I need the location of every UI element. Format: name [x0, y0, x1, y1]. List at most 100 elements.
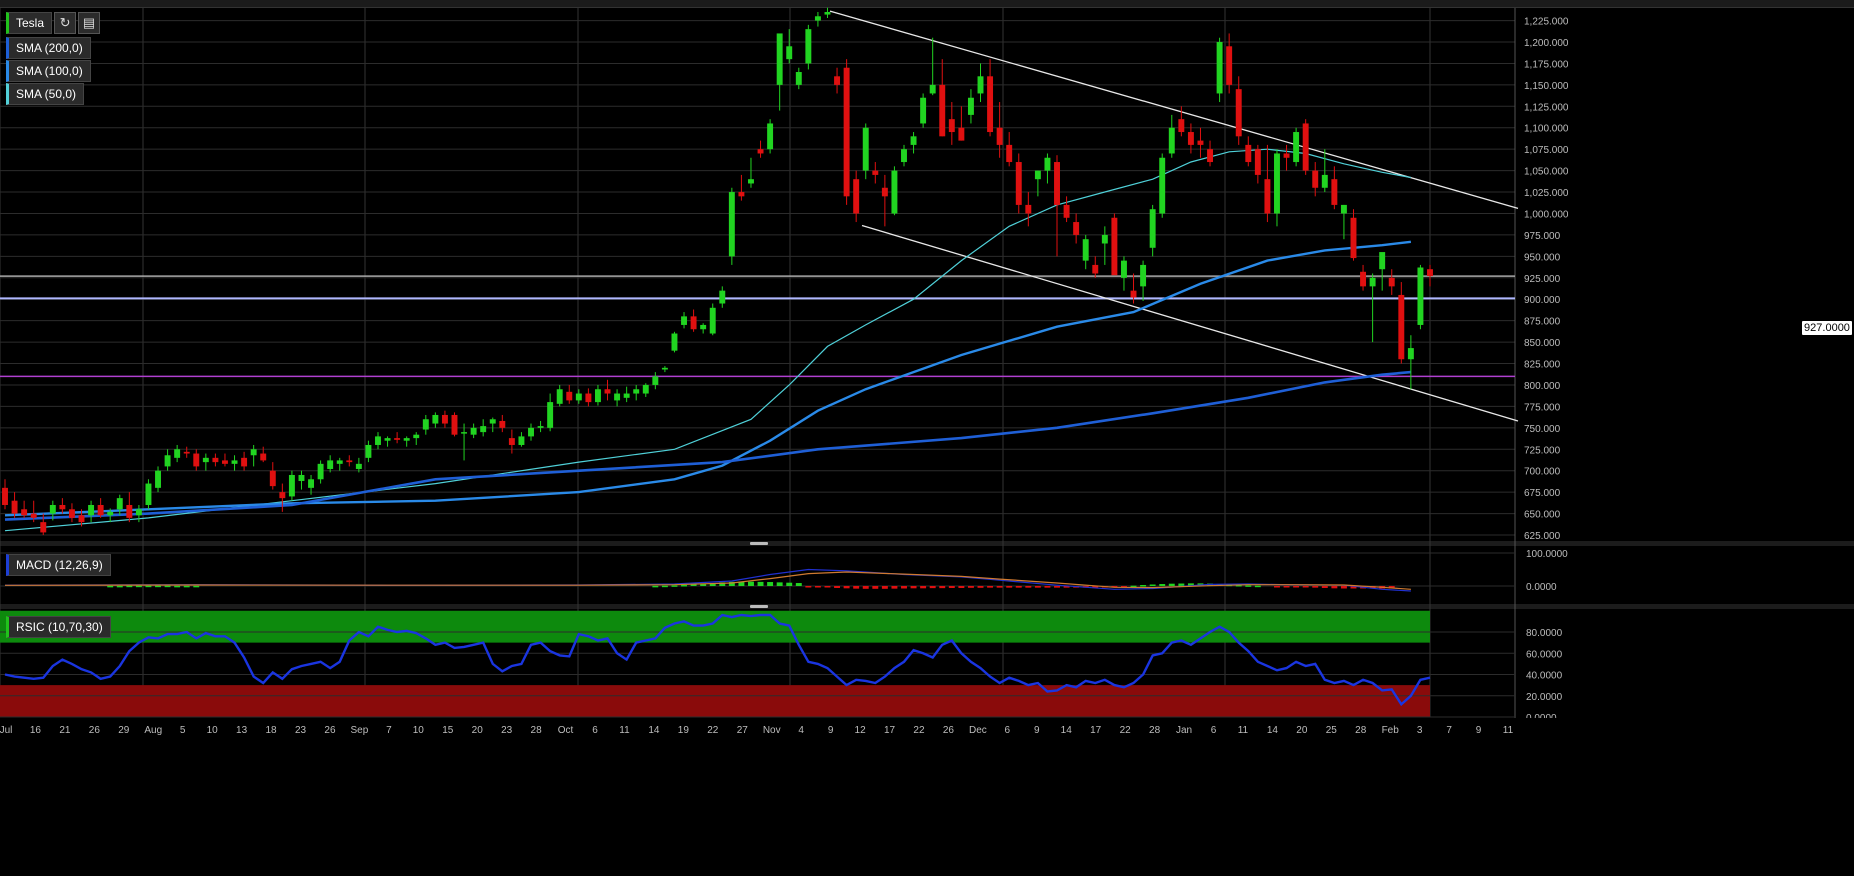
candle-body — [881, 187, 888, 197]
candle — [422, 414, 429, 435]
candle — [432, 412, 439, 428]
date-tick-label: Nov — [763, 725, 781, 736]
macd-histogram-bar — [1044, 586, 1051, 588]
candle-body — [260, 453, 267, 461]
macd-histogram-bar — [1168, 583, 1175, 586]
sma100-label[interactable]: SMA (100,0) — [6, 60, 91, 82]
candle-body — [738, 192, 745, 197]
macd-panel: 100.0000 0.0000 — [0, 549, 1568, 593]
candle-body — [394, 438, 401, 440]
sma50-label[interactable]: SMA (50,0) — [6, 83, 85, 105]
candle — [1264, 144, 1271, 223]
candle-body — [996, 127, 1003, 145]
candle-body — [1360, 271, 1367, 287]
macd-histogram-bar — [853, 586, 860, 589]
candle-body — [422, 419, 429, 430]
candle — [920, 93, 927, 128]
price-tick-label: 1,100.000 — [1524, 124, 1569, 135]
price-tick-label: 675.000 — [1524, 488, 1561, 499]
candle — [814, 12, 821, 27]
candle-body — [1331, 179, 1338, 205]
candle-body — [222, 460, 228, 464]
candle-body — [231, 460, 238, 464]
candle — [394, 432, 401, 444]
candle-body — [49, 504, 56, 514]
sma200-label[interactable]: SMA (200,0) — [6, 37, 91, 59]
candle-body — [518, 436, 525, 445]
macd-histogram-bar — [116, 585, 123, 588]
candle-body — [728, 192, 735, 257]
candle-body — [1073, 222, 1080, 235]
date-tick-label: 14 — [648, 725, 660, 736]
macd-label[interactable]: MACD (12,26,9) — [6, 554, 111, 576]
date-tick-label: 3 — [1417, 725, 1423, 736]
candle — [537, 420, 544, 433]
candle — [795, 67, 802, 90]
candle — [202, 453, 209, 471]
candle — [2, 479, 8, 510]
candle-body — [1398, 294, 1405, 360]
candle-body — [461, 432, 468, 434]
candle — [1254, 144, 1261, 184]
macd-histogram-bar — [1025, 586, 1032, 588]
date-tick-label: 6 — [592, 725, 598, 736]
candle-body — [1369, 277, 1376, 287]
panel-divider — [0, 541, 1854, 546]
candle — [1101, 226, 1108, 265]
candle — [212, 453, 219, 467]
chart-tool-icon[interactable]: ▤ — [78, 12, 101, 34]
candle — [489, 417, 496, 433]
price-tick-label: 1,025.000 — [1524, 188, 1569, 199]
candle — [1140, 260, 1147, 301]
date-tick-label: 26 — [324, 725, 336, 736]
candle — [1111, 213, 1118, 276]
candle-body — [346, 460, 353, 463]
candle — [183, 446, 190, 458]
candle — [690, 309, 697, 332]
candle-body — [68, 509, 75, 518]
macd-histogram-bar — [126, 585, 133, 588]
candle — [853, 170, 860, 223]
macd-histogram-bar — [977, 586, 984, 588]
price-tick-label: 1,050.000 — [1524, 167, 1569, 178]
candle-body — [1178, 119, 1185, 133]
candle-body — [795, 72, 802, 85]
macd-histogram-bar — [135, 585, 142, 588]
date-tick-label: 7 — [1446, 725, 1452, 736]
candle-body — [1149, 209, 1156, 248]
macd-histogram-bar — [987, 586, 994, 588]
macd-histogram-bar — [862, 586, 869, 589]
candle — [441, 410, 448, 428]
date-tick-label: 23 — [501, 725, 513, 736]
candle-body — [843, 67, 850, 197]
chart-canvas[interactable]: 625.000650.000675.000700.000725.000750.0… — [0, 0, 1854, 876]
candle — [298, 470, 305, 490]
macd-histogram-bar — [174, 585, 181, 588]
candle — [145, 479, 152, 510]
candle-body — [977, 76, 984, 94]
candle-body — [1120, 260, 1127, 278]
candle-body — [604, 389, 611, 394]
candle-body — [441, 414, 448, 424]
candle — [786, 29, 793, 64]
candle — [174, 444, 181, 463]
date-tick-label: 22 — [707, 725, 719, 736]
date-tick-label: 17 — [884, 725, 896, 736]
candle-body — [958, 127, 965, 141]
rsi-label[interactable]: RSIC (10,70,30) — [6, 616, 111, 638]
symbol-bar: Tesla ↻ ▤ — [6, 12, 101, 34]
candle-body — [1235, 89, 1242, 137]
macd-histogram-bar — [1149, 584, 1156, 587]
refresh-icon[interactable]: ↻ — [54, 12, 77, 34]
date-tick-label: 9 — [1034, 725, 1040, 736]
macd-histogram-bar — [183, 585, 190, 588]
candle-body — [183, 451, 190, 454]
candle — [499, 414, 506, 433]
symbol-label[interactable]: Tesla — [6, 12, 53, 34]
date-tick-label: Aug — [144, 725, 162, 736]
candle-body — [776, 33, 783, 85]
candle — [384, 436, 391, 447]
candle-body — [78, 515, 85, 523]
price-tick-label: 950.000 — [1524, 252, 1561, 263]
macd-histogram-bar — [767, 582, 774, 586]
